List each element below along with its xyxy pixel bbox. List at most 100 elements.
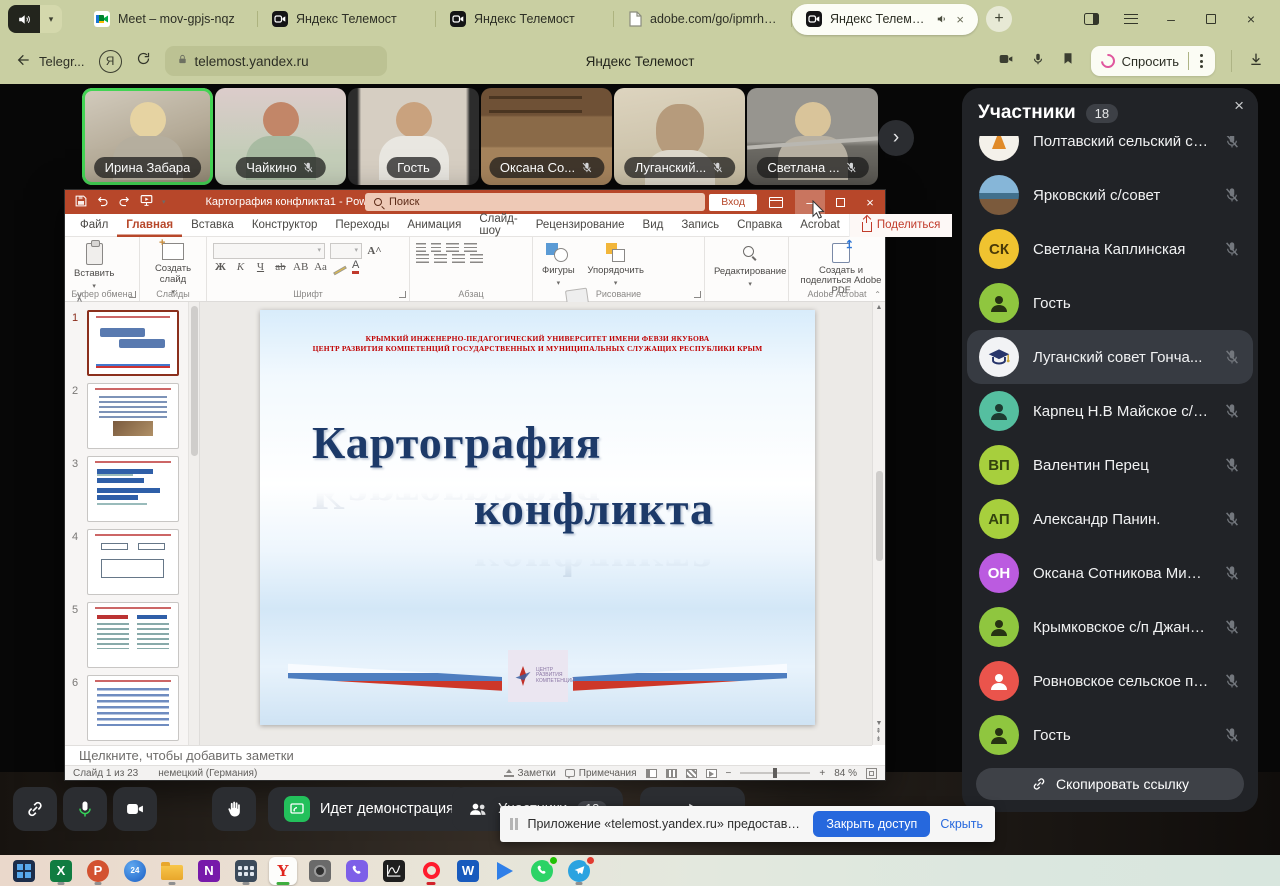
paste-button[interactable]: Вставить▾ — [69, 242, 119, 291]
slideshow-view-icon[interactable] — [706, 769, 717, 778]
ppt-menu-tab-запись[interactable]: Запись — [672, 214, 728, 237]
ask-button[interactable]: Спросить — [1091, 46, 1215, 76]
ppt-menu-tab-справка[interactable]: Справка — [728, 214, 791, 237]
reload-icon[interactable] — [136, 51, 151, 71]
slide-canvas[interactable]: КРЫМКИЙ ИНЖЕНЕРНО-ПЕДАГОГИЧЕСКИЙ УНИВЕРС… — [260, 310, 815, 725]
bullets-icon[interactable] — [416, 243, 426, 253]
zoom-in-icon[interactable]: + — [819, 768, 825, 779]
browser-tab[interactable]: adobe.com/go/ipmrhpac... — [614, 0, 792, 38]
hide-notification-button[interactable]: Скрыть — [940, 817, 983, 831]
tab-audio-control[interactable]: ▾ — [8, 5, 62, 33]
dialog-launcher-icon[interactable] — [399, 291, 406, 298]
ppt-search-box[interactable]: Поиск — [365, 193, 705, 211]
next-participants-button[interactable]: › — [878, 120, 914, 156]
line-spacing-icon[interactable] — [464, 243, 477, 253]
panel-close-icon[interactable]: × — [1234, 96, 1244, 116]
onenote-icon[interactable]: N — [195, 857, 223, 885]
plot-app-icon[interactable] — [380, 857, 408, 885]
change-case-icon[interactable]: Аа — [313, 261, 328, 273]
app-24-icon[interactable]: 24 — [121, 857, 149, 885]
font-color-icon[interactable]: А — [352, 260, 359, 274]
signin-button[interactable]: Вход — [709, 194, 757, 211]
copy-link-button[interactable]: Скопировать ссылку — [976, 768, 1244, 800]
participant-row[interactable]: Крымковское с/п Джанкойс.. — [967, 600, 1253, 654]
video-tile[interactable]: Светлана ... — [747, 88, 878, 185]
numbering-icon[interactable] — [431, 243, 441, 253]
align-left-icon[interactable] — [416, 254, 429, 264]
alice-icon[interactable]: Я — [99, 50, 122, 73]
justify-icon[interactable] — [470, 254, 483, 264]
opera-icon[interactable] — [417, 857, 445, 885]
align-center-icon[interactable] — [434, 254, 447, 264]
zoom-level[interactable]: 84 % — [834, 768, 857, 779]
ppt-menu-tab-слайд-шоу[interactable]: Слайд-шоу — [470, 214, 526, 237]
editing-button[interactable]: Редактирование▾ — [709, 242, 791, 289]
slide-scrollbar[interactable]: ▲▼⇞⇟ — [872, 302, 885, 745]
participant-row[interactable]: Полтавский сельский совет — [967, 136, 1253, 168]
notes-toggle[interactable]: Заметки — [504, 768, 556, 779]
camera-button[interactable] — [113, 787, 157, 831]
minimize-button[interactable]: – — [1162, 10, 1180, 28]
ppt-menu-tab-рецензирование[interactable]: Рецензирование — [527, 214, 634, 237]
video-tile[interactable]: Чайкино — [215, 88, 346, 185]
slide-thumbnail[interactable] — [87, 310, 179, 376]
excel-icon[interactable]: X — [47, 857, 75, 885]
video-call-icon[interactable] — [997, 51, 1015, 72]
word-icon[interactable]: W — [454, 857, 482, 885]
ppt-menu-tab-файл[interactable]: Файл — [71, 214, 117, 237]
dialog-launcher-icon[interactable] — [694, 291, 701, 298]
slide-thumbnail[interactable] — [87, 602, 179, 668]
browser-tab[interactable]: Яндекс Телемост — [436, 0, 614, 38]
thumbnails-scrollbar[interactable] — [188, 302, 199, 745]
language-indicator[interactable]: немецкий (Германия) — [158, 768, 257, 779]
viber-icon[interactable] — [343, 857, 371, 885]
bookmark-icon[interactable] — [1061, 51, 1075, 71]
save-icon[interactable] — [75, 195, 87, 210]
slide-thumbnail[interactable] — [87, 675, 179, 741]
back-button[interactable]: Telegr... — [16, 52, 85, 71]
browser-tab[interactable]: Meet – mov-gpjs-nqz — [80, 0, 258, 38]
video-tile[interactable]: Ирина Забара — [82, 88, 213, 185]
side-panel-icon[interactable] — [1082, 10, 1100, 28]
start-icon[interactable] — [10, 857, 38, 885]
strikethrough-icon[interactable]: ab — [273, 261, 288, 273]
dialog-launcher-icon[interactable] — [129, 291, 136, 298]
tab-audio-icon[interactable] — [936, 13, 948, 25]
ppt-menu-tab-главная[interactable]: Главная — [117, 214, 182, 237]
download-icon[interactable] — [1248, 51, 1264, 72]
whatsapp-icon[interactable] — [528, 857, 556, 885]
microphone-button[interactable] — [63, 787, 107, 831]
participant-row[interactable]: Гость — [967, 708, 1253, 758]
indent-icon[interactable] — [446, 243, 459, 253]
ppt-menu-tab-анимация[interactable]: Анимация — [398, 214, 470, 237]
fit-to-window-icon[interactable] — [866, 768, 877, 779]
qat-customize-icon[interactable]: ▾ — [162, 198, 166, 206]
participant-row[interactable]: ВПВалентин Перец — [967, 438, 1253, 492]
comments-toggle[interactable]: Примечания — [565, 768, 637, 779]
ppt-minimize-button[interactable]: – — [795, 190, 825, 214]
chevron-down-icon[interactable]: ▾ — [40, 5, 62, 33]
kebab-menu-icon[interactable] — [1198, 54, 1205, 68]
browser-tab[interactable]: Яндекс Телемост× — [792, 4, 978, 35]
undo-icon[interactable] — [96, 195, 109, 210]
slide-thumbnail[interactable] — [87, 456, 179, 522]
ppt-menu-tab-конструктор[interactable]: Конструктор — [243, 214, 327, 237]
notes-pane[interactable]: Щелкните, чтобы добавить заметки — [65, 745, 872, 765]
reading-view-icon[interactable] — [686, 769, 697, 778]
ppt-close-button[interactable]: × — [855, 190, 885, 214]
close-button[interactable]: × — [1242, 10, 1260, 28]
font-name-combobox[interactable] — [213, 243, 325, 259]
video-tile[interactable]: Оксана Со... — [481, 88, 612, 185]
telegram-icon[interactable] — [565, 857, 593, 885]
raise-hand-button[interactable] — [212, 787, 256, 831]
ppt-menu-tab-переходы[interactable]: Переходы — [326, 214, 398, 237]
video-tile[interactable]: Гость — [348, 88, 479, 185]
arrange-button[interactable]: Упорядочить▾ — [582, 242, 649, 288]
ppt-maximize-button[interactable] — [825, 190, 855, 214]
participant-row[interactable]: Карпец Н.В Майское с/п Дж... — [967, 384, 1253, 438]
video-tile[interactable]: Луганский... — [614, 88, 745, 185]
zoom-slider[interactable] — [740, 772, 810, 774]
camera-icon[interactable] — [306, 857, 334, 885]
powerpoint-icon[interactable]: P — [84, 857, 112, 885]
shapes-button[interactable]: Фигуры▾ — [537, 242, 580, 288]
